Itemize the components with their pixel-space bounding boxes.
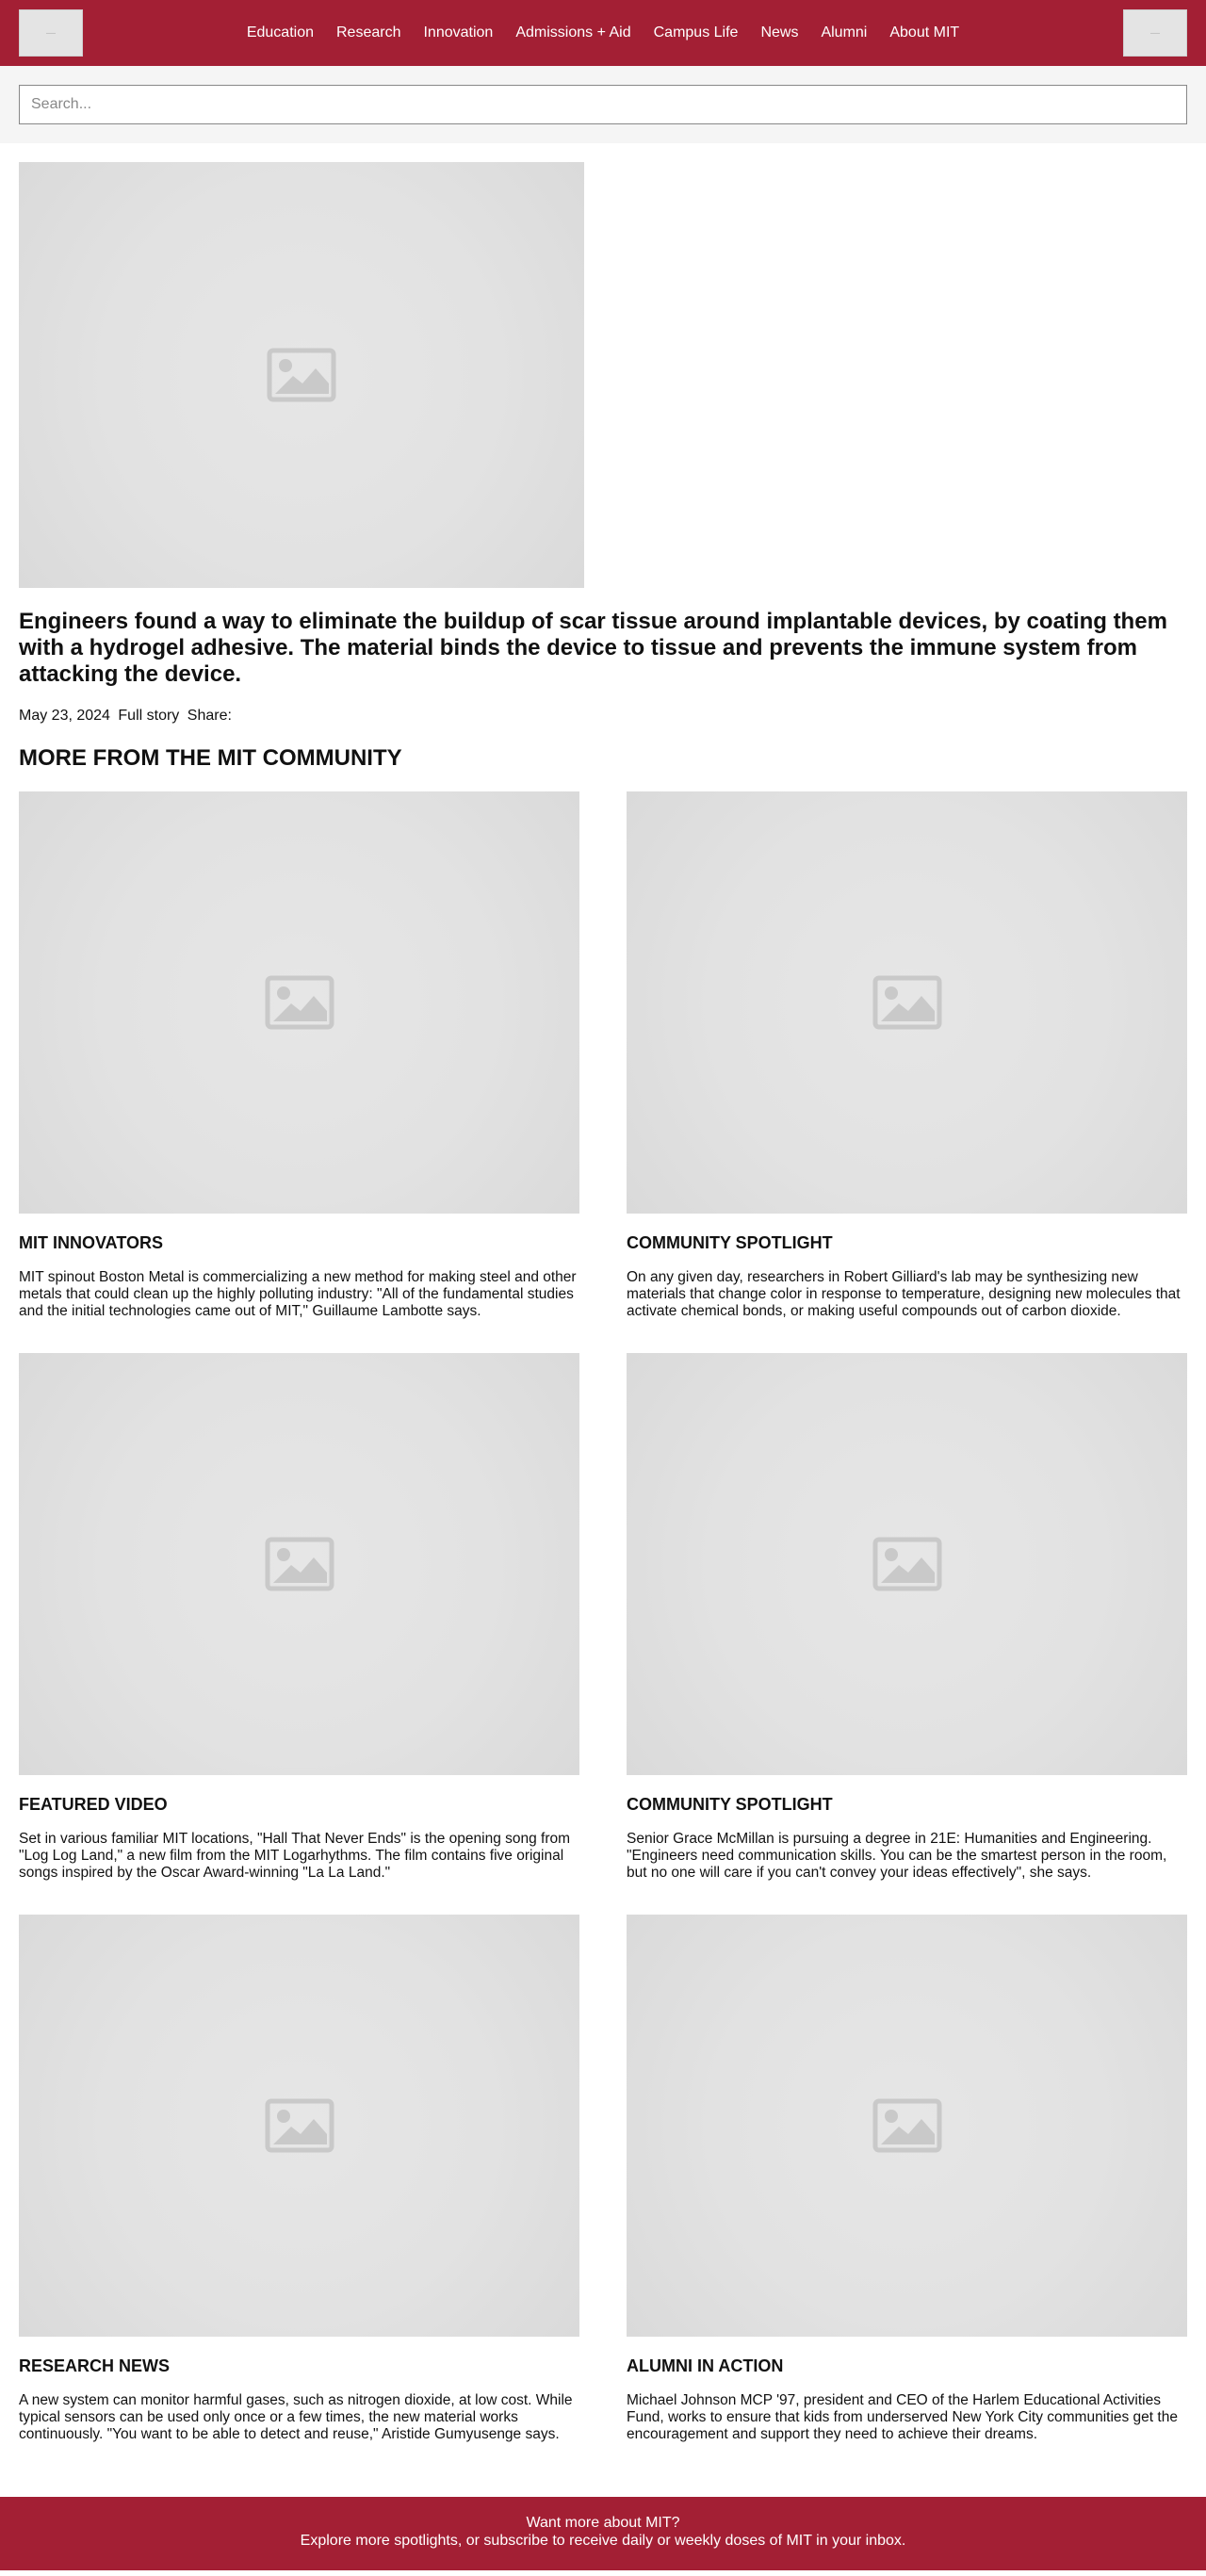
main-nav: Education Research Innovation Admissions…	[236, 0, 970, 66]
card-text: A new system can monitor harmful gases, …	[19, 2392, 573, 2442]
image-placeholder-icon	[872, 2098, 941, 2153]
nav-link-innovation[interactable]: Innovation	[412, 0, 504, 66]
card-text: Michael Johnson MCP '97, president and C…	[627, 2392, 1178, 2442]
card-text: MIT spinout Boston Metal is commercializ…	[19, 1269, 577, 1319]
community-card[interactable]: FEATURED VIDEO Set in various familiar M…	[19, 1353, 579, 1915]
image-placeholder-icon	[265, 975, 334, 1030]
nav-link-research[interactable]: Research	[325, 0, 412, 66]
card-category: COMMUNITY SPOTLIGHT	[627, 1795, 833, 1814]
feature-date: May 23, 2024	[19, 708, 110, 724]
card-text: Set in various familiar MIT locations, "…	[19, 1831, 571, 1881]
community-grid: MIT INNOVATORS MIT spinout Boston Metal …	[19, 791, 1187, 2476]
mit-logo-left[interactable]: —	[19, 9, 83, 57]
image-placeholder-icon	[265, 2098, 334, 2153]
card-image[interactable]	[627, 1353, 1187, 1775]
search-input[interactable]	[19, 85, 1187, 124]
community-card[interactable]: RESEARCH NEWS A new system can monitor h…	[19, 1915, 579, 2476]
community-card[interactable]: ALUMNI IN ACTION Michael Johnson MCP '97…	[627, 1915, 1187, 2476]
feature-image[interactable]	[19, 162, 584, 588]
card-image[interactable]	[19, 1915, 579, 2337]
image-placeholder-icon	[265, 1537, 334, 1591]
logo-left-glyph: —	[46, 27, 56, 39]
nav-link-campus-life[interactable]: Campus Life	[643, 0, 750, 66]
nav-link-admissions-aid[interactable]: Admissions + Aid	[504, 0, 642, 66]
search-bar-area	[0, 66, 1206, 143]
community-card[interactable]: COMMUNITY SPOTLIGHT On any given day, re…	[627, 791, 1187, 1353]
main-content: Engineers found a way to eliminate the b…	[0, 143, 1206, 2476]
image-placeholder-icon	[872, 1537, 941, 1591]
footer-line-1[interactable]: Want more about MIT?	[0, 2514, 1206, 2532]
community-section-title: MORE FROM THE MIT COMMUNITY	[19, 745, 402, 771]
mit-logo-right[interactable]: —	[1123, 9, 1187, 57]
footer-banner: Want more about MIT? Explore more spotli…	[0, 2497, 1206, 2570]
card-category: COMMUNITY SPOTLIGHT	[627, 1233, 833, 1252]
nav-link-education[interactable]: Education	[236, 0, 325, 66]
card-text: On any given day, researchers in Robert …	[627, 1269, 1181, 1319]
card-text: Senior Grace McMillan is pursuing a degr…	[627, 1831, 1167, 1881]
nav-link-news[interactable]: News	[749, 0, 809, 66]
card-category: ALUMNI IN ACTION	[627, 2356, 784, 2375]
image-placeholder-icon	[872, 975, 941, 1030]
card-image[interactable]	[19, 1353, 579, 1775]
top-navigation-bar: — Education Research Innovation Admissio…	[0, 0, 1206, 66]
card-category: RESEARCH NEWS	[19, 2356, 171, 2375]
community-card[interactable]: MIT INNOVATORS MIT spinout Boston Metal …	[19, 791, 579, 1353]
feature-headline: Engineers found a way to eliminate the b…	[19, 609, 1167, 687]
card-image[interactable]	[627, 1915, 1187, 2337]
logo-right-glyph: —	[1150, 27, 1160, 39]
card-category: MIT INNOVATORS	[19, 1233, 163, 1252]
nav-link-alumni[interactable]: Alumni	[809, 0, 878, 66]
card-image[interactable]	[19, 791, 579, 1214]
footer-line-2[interactable]: Explore more spotlights, or subscribe to…	[0, 2532, 1206, 2550]
image-placeholder-icon	[267, 348, 336, 402]
community-card[interactable]: COMMUNITY SPOTLIGHT Senior Grace McMilla…	[627, 1353, 1187, 1915]
card-category: FEATURED VIDEO	[19, 1795, 168, 1814]
feature-meta: May 23, 2024 Full story Share:	[19, 707, 1187, 726]
full-story-link[interactable]: Full story	[118, 708, 179, 724]
nav-link-about-mit[interactable]: About MIT	[878, 0, 970, 66]
card-image[interactable]	[627, 791, 1187, 1214]
share-label: Share:	[187, 708, 232, 724]
